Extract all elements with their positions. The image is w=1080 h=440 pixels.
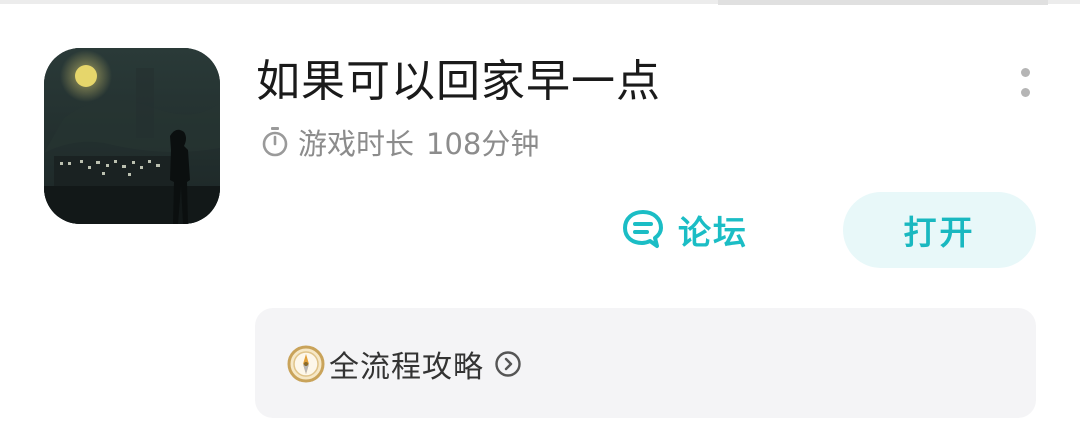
playtime-info: 游戏时长 108分钟 xyxy=(260,122,539,162)
stopwatch-icon xyxy=(262,127,288,157)
playtime-value: 108分钟 xyxy=(426,127,540,161)
forum-label: 论坛 xyxy=(678,213,748,252)
chat-bubble-icon xyxy=(623,210,663,248)
more-options-icon[interactable] xyxy=(1014,66,1038,102)
game-title: 如果可以回家早一点 xyxy=(256,56,661,107)
top-scroll-indicator xyxy=(718,0,1048,5)
compass-icon xyxy=(287,345,325,383)
game-icon[interactable] xyxy=(44,48,220,224)
open-button[interactable]: 打开 xyxy=(843,192,1036,268)
guide-card: 全流程攻略 xyxy=(255,308,1036,418)
chevron-right-circle-icon xyxy=(495,351,521,377)
forum-button[interactable]: 论坛 xyxy=(620,200,748,260)
playtime-label: 游戏时长 xyxy=(298,127,415,161)
night-city-illustration xyxy=(44,48,220,224)
guide-label: 全流程攻略 xyxy=(329,350,484,385)
full-walkthrough-link[interactable]: 全流程攻略 xyxy=(287,345,522,385)
